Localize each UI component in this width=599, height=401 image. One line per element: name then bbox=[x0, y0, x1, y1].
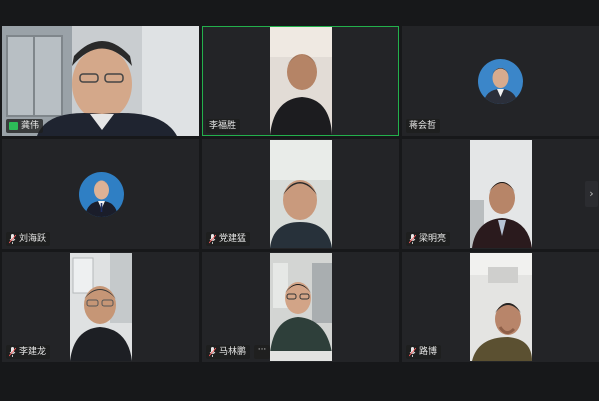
video-grid: 龚伟 李福胜 蒋会哲 刘海跃 党建猛 梁明亮 李建龙 马林鹏 ··· 路博 › bbox=[0, 25, 599, 364]
participant-tile-2[interactable]: 李福胜 bbox=[202, 26, 399, 136]
signal-icon bbox=[9, 122, 18, 130]
avatar-photo bbox=[478, 59, 523, 104]
participant-tile-8[interactable]: 马林鹏 ··· bbox=[202, 252, 399, 362]
participant-tile-7[interactable]: 李建龙 bbox=[2, 252, 199, 362]
participant-name: 路博 bbox=[419, 347, 438, 357]
participant-video bbox=[470, 140, 532, 248]
video-frame bbox=[470, 140, 532, 248]
participant-name: 蒋会哲 bbox=[409, 121, 437, 131]
participant-video bbox=[470, 253, 532, 361]
participant-name: 龚伟 bbox=[21, 121, 40, 131]
participant-name: 刘海跃 bbox=[19, 234, 47, 244]
participant-name-tag: 李福胜 bbox=[206, 119, 241, 133]
participant-name-tag: 梁明亮 bbox=[406, 232, 451, 246]
mic-muted-icon bbox=[209, 234, 216, 244]
participant-name: 李福胜 bbox=[209, 121, 237, 131]
participant-name-tag: 李建龙 bbox=[6, 345, 51, 359]
participant-tile-4[interactable]: 刘海跃 bbox=[2, 139, 199, 249]
participant-name: 党建猛 bbox=[219, 234, 247, 244]
participant-name-tag: 路博 bbox=[406, 345, 442, 359]
next-page-button[interactable]: › bbox=[585, 181, 598, 207]
participant-name: 马林鹏 bbox=[219, 347, 247, 357]
bottom-bar bbox=[0, 364, 599, 401]
participant-video bbox=[270, 140, 332, 248]
participant-video bbox=[270, 253, 332, 361]
avatar-photo bbox=[79, 172, 124, 217]
video-frame bbox=[270, 253, 332, 361]
participant-name: 李建龙 bbox=[19, 347, 47, 357]
more-options-button[interactable]: ··· bbox=[254, 345, 270, 359]
chevron-right-icon: › bbox=[589, 187, 594, 200]
participant-video bbox=[270, 27, 332, 135]
avatar bbox=[478, 59, 523, 104]
avatar bbox=[79, 172, 124, 217]
participant-video bbox=[70, 253, 132, 361]
participant-tile-3[interactable]: 蒋会哲 bbox=[402, 26, 599, 136]
participant-tile-6[interactable]: 梁明亮 bbox=[402, 139, 599, 249]
participant-name-tag: 刘海跃 bbox=[6, 232, 51, 246]
mic-muted-icon bbox=[409, 347, 416, 357]
mic-muted-icon bbox=[9, 347, 16, 357]
mic-muted-icon bbox=[9, 234, 16, 244]
participant-name: 梁明亮 bbox=[419, 234, 447, 244]
video-frame bbox=[270, 140, 332, 248]
mic-muted-icon bbox=[209, 347, 216, 357]
participant-name-tag: 蒋会哲 bbox=[406, 119, 441, 133]
participant-tile-5[interactable]: 党建猛 bbox=[202, 139, 399, 249]
video-frame bbox=[470, 253, 532, 361]
participant-tile-9[interactable]: 路博 bbox=[402, 252, 599, 362]
participant-name-tag: 龚伟 bbox=[6, 119, 44, 133]
mic-muted-icon bbox=[409, 234, 416, 244]
video-frame bbox=[270, 27, 332, 135]
video-frame bbox=[70, 253, 132, 361]
top-bar bbox=[0, 0, 599, 25]
participant-name-tag: 马林鹏 bbox=[206, 345, 251, 359]
participant-tile-1[interactable]: 龚伟 bbox=[2, 26, 199, 136]
participant-name-tag: 党建猛 bbox=[206, 232, 251, 246]
